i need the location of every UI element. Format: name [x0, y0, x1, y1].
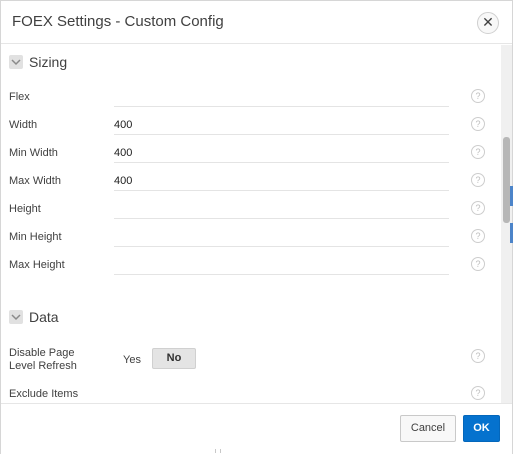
form-row-max-height: Max Height ?: [1, 253, 501, 281]
help-icon[interactable]: ?: [471, 89, 485, 103]
resize-grip-icon[interactable]: [215, 449, 221, 453]
dialog-body: Sizing Flex ? Width 400 ? Min Width 400 …: [1, 45, 501, 403]
width-input[interactable]: 400: [114, 113, 449, 135]
form-row-flex: Flex ?: [1, 85, 501, 113]
help-icon[interactable]: ?: [471, 229, 485, 243]
form-row-exclude-items: Exclude Items ?: [1, 382, 501, 403]
field-label: Width: [9, 119, 38, 131]
chevron-down-icon[interactable]: [9, 310, 23, 324]
close-icon: ✕: [482, 14, 494, 30]
field-label: Flex: [9, 91, 30, 103]
ok-button[interactable]: OK: [463, 415, 500, 442]
scrollbar-thumb[interactable]: [503, 137, 510, 223]
toggle-option-yes[interactable]: Yes: [123, 354, 141, 366]
help-icon[interactable]: ?: [471, 201, 485, 215]
field-label: Height: [9, 203, 41, 215]
cancel-button[interactable]: Cancel: [400, 415, 456, 442]
help-icon[interactable]: ?: [471, 349, 485, 363]
field-label: Exclude Items: [9, 388, 79, 400]
field-label: Min Height: [9, 231, 62, 243]
form-row-min-width: Min Width 400 ?: [1, 141, 501, 169]
toggle-option-no[interactable]: No: [152, 348, 196, 369]
height-input[interactable]: [114, 197, 449, 219]
form-row-width: Width 400 ?: [1, 113, 501, 141]
min-width-input[interactable]: 400: [114, 141, 449, 163]
max-height-input[interactable]: [114, 253, 449, 275]
max-width-input[interactable]: 400: [114, 169, 449, 191]
form-row-disable-refresh: Disable Page Level Refresh Yes No ?: [1, 347, 501, 377]
dialog-title: FOEX Settings - Custom Config: [12, 13, 224, 30]
region-title-data: Data: [29, 309, 59, 325]
help-icon[interactable]: ?: [471, 386, 485, 400]
field-label: Max Height: [9, 259, 65, 271]
field-label: Min Width: [9, 147, 58, 159]
form-row-height: Height ?: [1, 197, 501, 225]
field-label: Max Width: [9, 175, 61, 187]
form-row-max-width: Max Width 400 ?: [1, 169, 501, 197]
exclude-items-input[interactable]: [114, 382, 449, 403]
dialog-titlebar: FOEX Settings - Custom Config ✕: [1, 1, 512, 44]
min-height-input[interactable]: [114, 225, 449, 247]
dialog: FOEX Settings - Custom Config ✕ Sizing F…: [0, 0, 513, 454]
chevron-down-icon[interactable]: [9, 55, 23, 69]
help-icon[interactable]: ?: [471, 257, 485, 271]
help-icon[interactable]: ?: [471, 145, 485, 159]
help-icon[interactable]: ?: [471, 117, 485, 131]
region-title-sizing: Sizing: [29, 54, 68, 70]
flex-input[interactable]: [114, 85, 449, 107]
help-icon[interactable]: ?: [471, 173, 485, 187]
close-button[interactable]: ✕: [477, 12, 499, 34]
dialog-footer: Cancel OK: [1, 403, 512, 454]
field-label: Disable Page Level Refresh: [9, 347, 77, 372]
form-row-min-height: Min Height ?: [1, 225, 501, 253]
